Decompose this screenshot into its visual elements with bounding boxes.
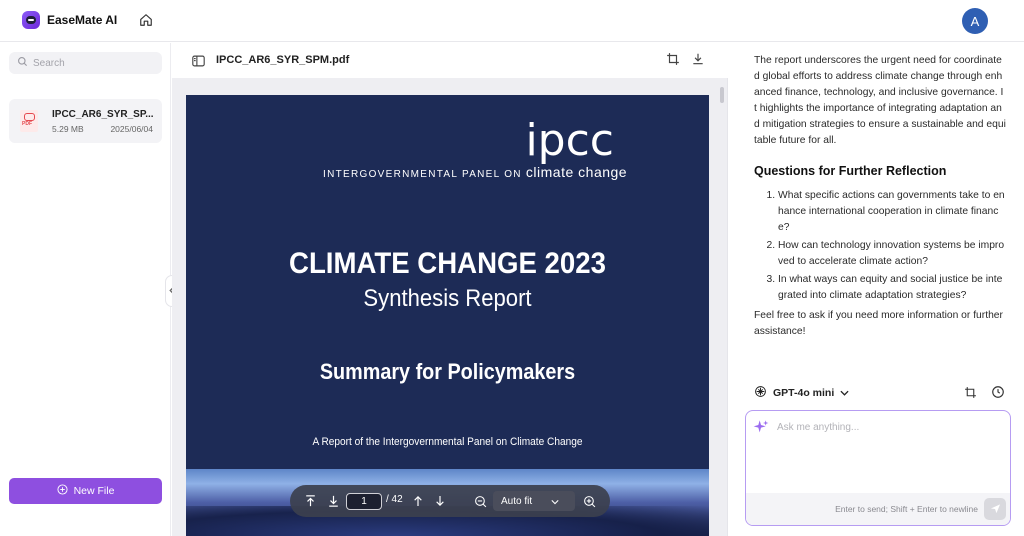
chat-input[interactable] <box>777 422 997 482</box>
file-sidebar: PDF IPCC_AR6_SYR_SP... 5.29 MB 2025/06/0… <box>0 43 179 536</box>
model-selector[interactable]: GPT-4o mini <box>754 385 849 401</box>
chat-paragraph: The report underscores the urgent need f… <box>754 55 1006 146</box>
top-bar: EaseMate AI A <box>0 0 1024 42</box>
chevron-down-icon <box>840 387 849 399</box>
sparkle-icon <box>753 419 769 440</box>
file-list-item[interactable]: PDF IPCC_AR6_SYR_SP... 5.29 MB 2025/06/0… <box>9 99 162 143</box>
viewer-scrollbar[interactable] <box>720 87 724 103</box>
zoom-value: Auto fit <box>501 495 533 507</box>
avatar[interactable]: A <box>962 8 988 34</box>
pdf-toolbar: / 42 Auto fit <box>290 485 610 517</box>
org-prefix: INTERGOVERNMENTAL PANEL ON <box>323 169 522 180</box>
question-item: What specific actions can governments ta… <box>778 188 1006 236</box>
history-icon[interactable] <box>991 385 1005 404</box>
chat-panel: The report underscores the urgent need f… <box>729 43 1024 536</box>
file-date: 2025/06/04 <box>110 124 153 134</box>
arrow-up-icon[interactable] <box>410 493 426 509</box>
new-file-label: New File <box>73 485 115 497</box>
chevron-down-icon <box>551 497 559 508</box>
send-hint: Enter to send; Shift + Enter to newline <box>835 504 978 514</box>
search-box[interactable] <box>9 52 162 74</box>
file-name: IPCC_AR6_SYR_SP... <box>52 109 154 120</box>
search-input[interactable] <box>33 57 153 69</box>
document-title: IPCC_AR6_SYR_SPM.pdf <box>216 54 350 66</box>
report-byline: A Report of the Intergovernmental Panel … <box>312 436 583 448</box>
file-size: 5.29 MB <box>52 124 84 134</box>
next-page-down-icon[interactable] <box>325 493 341 509</box>
model-name: GPT-4o mini <box>773 387 835 399</box>
arrow-down-icon[interactable] <box>432 493 448 509</box>
app-logo-icon <box>22 11 40 29</box>
viewer-header: IPCC_AR6_SYR_SPM.pdf <box>172 43 728 78</box>
zoom-out-icon[interactable] <box>472 493 488 509</box>
new-file-button[interactable]: New File <box>9 478 162 504</box>
chat-input-box[interactable]: Enter to send; Shift + Enter to newline <box>745 410 1011 526</box>
send-icon <box>990 502 1001 517</box>
search-icon <box>17 54 28 72</box>
pdf-file-icon: PDF <box>20 110 38 132</box>
pdf-viewer: IPCC_AR6_SYR_SPM.pdf ipcc INTERGOVERNMEN… <box>172 43 728 536</box>
screenshot-crop-icon[interactable] <box>964 386 977 404</box>
report-title: CLIMATE CHANGE 2023 <box>289 247 606 280</box>
home-icon[interactable] <box>137 11 155 29</box>
brand[interactable]: EaseMate AI <box>22 11 117 29</box>
questions-list: What specific actions can governments ta… <box>754 188 1006 304</box>
chat-closing: Feel free to ask if you need more inform… <box>754 310 1003 337</box>
first-page-icon[interactable] <box>302 493 318 509</box>
chat-message: The report underscores the urgent need f… <box>754 53 1006 340</box>
chat-input-footer: Enter to send; Shift + Enter to newline <box>746 493 1010 525</box>
question-item: In what ways can equity and social justi… <box>778 272 1006 304</box>
question-item: How can technology innovation systems be… <box>778 238 1006 270</box>
report-section: Summary for Policymakers <box>319 359 576 384</box>
pdf-page: ipcc INTERGOVERNMENTAL PANEL ON climate … <box>186 95 709 536</box>
zoom-in-icon[interactable] <box>581 493 597 509</box>
send-button[interactable] <box>984 498 1006 520</box>
page-total: / 42 <box>386 494 403 505</box>
zoom-select[interactable]: Auto fit <box>493 491 575 511</box>
ipcc-logo: ipcc <box>525 115 614 166</box>
toggle-panel-icon[interactable] <box>192 54 205 72</box>
download-icon[interactable] <box>691 52 705 71</box>
crop-icon[interactable] <box>666 52 680 71</box>
report-subtitle: Synthesis Report <box>363 285 532 312</box>
page-number-input[interactable] <box>346 493 382 510</box>
app-name: EaseMate AI <box>47 13 118 27</box>
ipcc-org-name: INTERGOVERNMENTAL PANEL ON climate chang… <box>323 164 627 180</box>
org-suffix: climate change <box>525 164 628 180</box>
questions-heading: Questions for Further Reflection <box>754 164 947 178</box>
openai-icon <box>754 385 767 401</box>
plus-circle-icon <box>57 484 68 498</box>
